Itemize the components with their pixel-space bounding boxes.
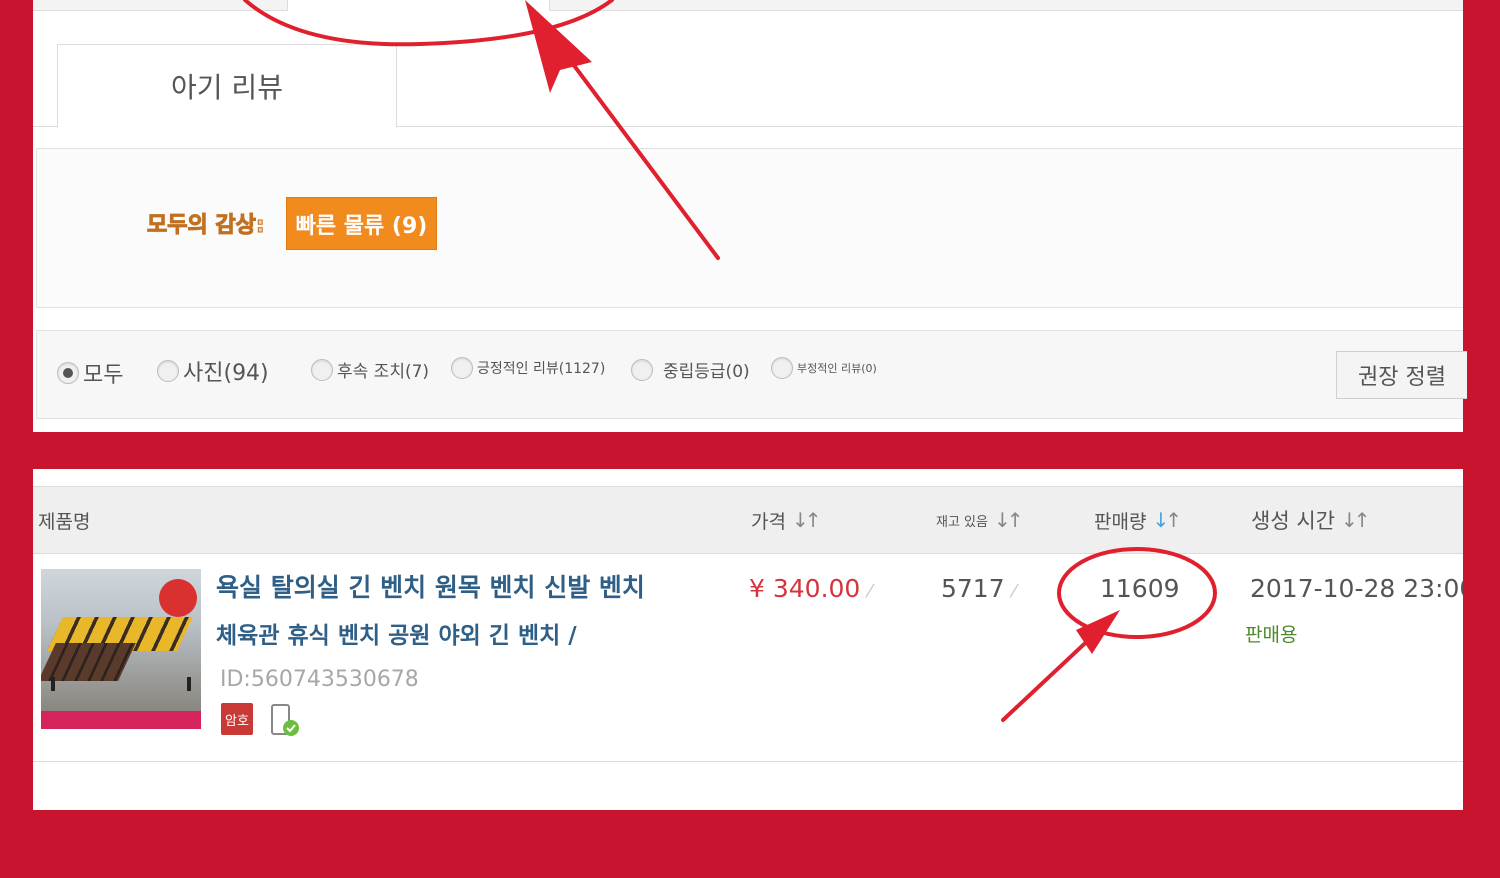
- sort-button-label: 권장 정렬: [1358, 365, 1446, 390]
- impression-label: 모두의 감상:: [147, 213, 266, 239]
- table-row: 욕실 탈의실 긴 벤치 원목 벤치 신발 벤치 체육관 휴식 벤치 공원 야외 …: [33, 554, 1463, 762]
- header-price[interactable]: 가격 ↓↑: [751, 487, 821, 553]
- header-label: 제품명: [38, 510, 91, 533]
- header-label: 재고 있음: [936, 514, 988, 530]
- header-created[interactable]: 생성 시간 ↓↑: [1251, 487, 1370, 553]
- product-created-time: 2017-10-28 23:00: [1250, 574, 1463, 603]
- header-label: 판매량: [1094, 510, 1147, 533]
- tab-strip-segment: [33, 0, 288, 11]
- product-title-line1[interactable]: 욕실 탈의실 긴 벤치 원목 벤치 신발 벤치: [216, 568, 645, 604]
- filter-all[interactable]: 모두: [57, 357, 123, 389]
- header-label: 생성 시간: [1251, 509, 1335, 533]
- sort-icon[interactable]: ↓↑: [792, 508, 821, 532]
- edit-icon[interactable]: ⁄: [1013, 581, 1016, 602]
- impression-tag-label: 빠른 물류 (9): [295, 213, 428, 239]
- sort-icon[interactable]: ↓↑: [1341, 508, 1370, 532]
- radio-button[interactable]: [57, 362, 79, 384]
- table-header: 제품명 가격 ↓↑ 재고 있음 ↓↑ 판매량 ↓↑ 생성 시간 ↓↑: [33, 486, 1463, 554]
- filter-negative[interactable]: 부정적인 리뷰(0): [771, 357, 877, 379]
- stock-value: 5717: [941, 574, 1005, 603]
- product-id: ID:560743530678: [220, 667, 419, 692]
- filter-positive[interactable]: 긍정적인 리뷰(1127): [451, 357, 605, 379]
- header-stock[interactable]: 재고 있음 ↓↑: [936, 487, 1023, 553]
- review-tab-row: 아기 리뷰: [33, 44, 1463, 128]
- password-tag-icon: 암호: [221, 703, 253, 735]
- recommended-sort-button[interactable]: 권장 정렬: [1336, 351, 1467, 399]
- tab-baby-review-label: 아기 리뷰: [171, 71, 283, 104]
- product-thumbnail[interactable]: [41, 569, 201, 729]
- sort-icon[interactable]: ↓↑: [1152, 508, 1181, 532]
- price-value: ¥ 340.00: [749, 574, 861, 603]
- review-filter-bar: 모두 사진(94) 후속 조치(7) 긍정적인 리뷰(1127) 중립등급(0)…: [36, 330, 1467, 419]
- impression-tag-fast-logistics[interactable]: 빠른 물류 (9): [286, 197, 437, 250]
- bench-image-part: [41, 643, 136, 681]
- tab-strip-segment-active: [288, 0, 550, 11]
- filter-photo[interactable]: 사진(94): [157, 355, 269, 387]
- filter-label: 중립등급(0): [663, 362, 750, 382]
- filter-neutral[interactable]: 중립등급(0): [631, 357, 750, 382]
- filter-label: 부정적인 리뷰(0): [797, 362, 877, 375]
- thumbnail-badge: [159, 579, 197, 617]
- sort-icon[interactable]: ↓↑: [994, 508, 1023, 532]
- password-tag-label: 암호: [225, 713, 249, 729]
- product-stock: 5717 ⁄: [941, 574, 1016, 603]
- header-product-name: 제품명: [38, 487, 90, 553]
- radio-button[interactable]: [311, 358, 333, 381]
- radio-button[interactable]: [157, 360, 179, 382]
- radio-button[interactable]: [771, 357, 793, 379]
- bench-image-part: [51, 677, 191, 691]
- product-sales: 11609: [1100, 574, 1180, 603]
- product-table-panel: 제품명 가격 ↓↑ 재고 있음 ↓↑ 판매량 ↓↑ 생성 시간 ↓↑ 욕실 탈의…: [33, 469, 1463, 810]
- filter-follow-up[interactable]: 후속 조치(7): [311, 357, 429, 382]
- header-sales[interactable]: 판매량 ↓↑: [1094, 487, 1182, 553]
- radio-button[interactable]: [451, 357, 473, 379]
- impression-box: 모두의 감상: 빠른 물류 (9): [36, 148, 1463, 308]
- mobile-check-icon: [271, 704, 299, 736]
- header-label: 가격: [751, 510, 786, 533]
- thumbnail-caption: [41, 711, 201, 729]
- review-panel: 아기 리뷰 모두의 감상: 빠른 물류 (9) 모두 사진(94) 후속 조치(…: [33, 0, 1467, 432]
- product-price: ¥ 340.00 ⁄: [749, 574, 871, 603]
- top-tab-strip: [33, 0, 1463, 11]
- filter-label: 후속 조치(7): [337, 362, 430, 382]
- filter-label: 긍정적인 리뷰(1127): [477, 361, 606, 377]
- filter-label: 모두: [83, 363, 124, 388]
- filter-label: 사진(94): [183, 361, 269, 386]
- edit-icon[interactable]: ⁄: [868, 581, 871, 602]
- radio-button[interactable]: [631, 358, 653, 381]
- product-status: 판매용: [1245, 624, 1298, 646]
- product-title-line2[interactable]: 체육관 휴식 벤치 공원 야외 긴 벤치 /: [216, 616, 577, 650]
- tab-baby-review[interactable]: 아기 리뷰: [57, 44, 397, 128]
